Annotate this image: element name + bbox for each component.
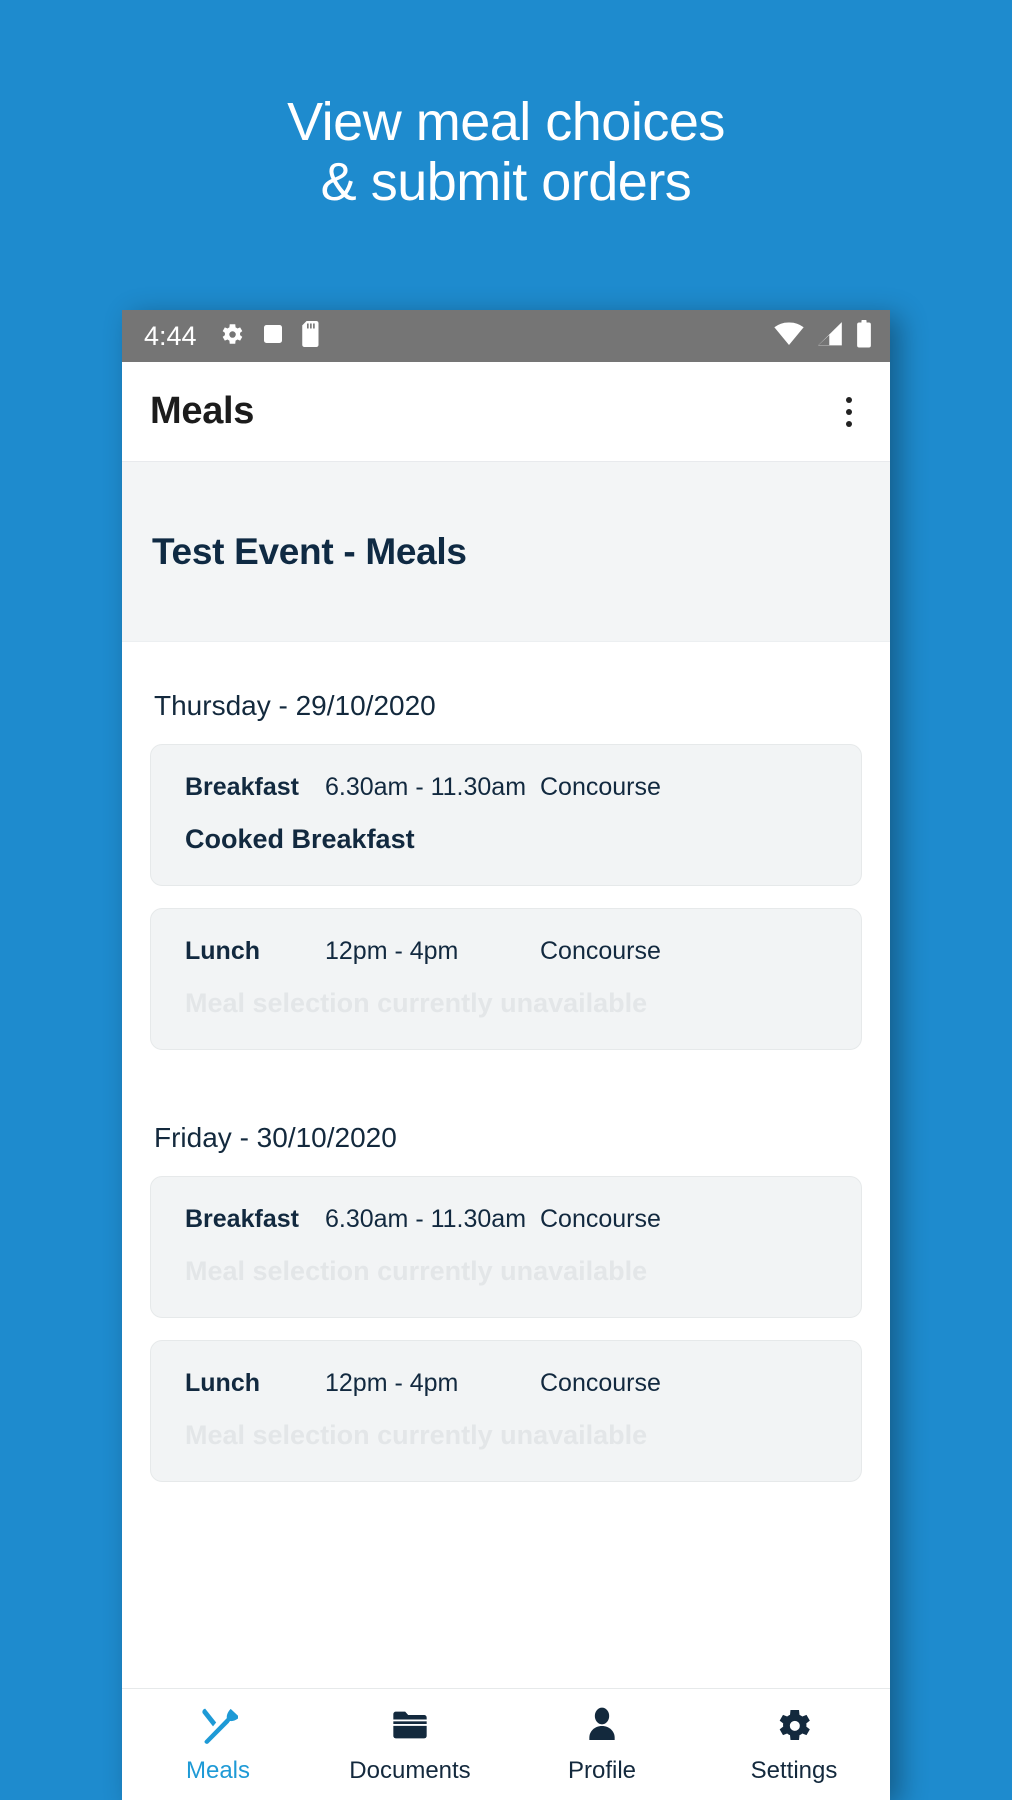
nav-item-settings[interactable]: Settings bbox=[698, 1703, 890, 1785]
event-header: Test Event - Meals bbox=[122, 462, 890, 642]
meal-type: Breakfast bbox=[185, 1205, 299, 1233]
promo-line-2: & submit orders bbox=[320, 152, 692, 212]
meal-info-row: Lunch 12pm - 4pm Concourse bbox=[185, 1369, 827, 1398]
cutlery-icon bbox=[198, 1703, 238, 1747]
nav-item-profile[interactable]: Profile bbox=[506, 1703, 698, 1785]
meal-unavailable-message: Meal selection currently unavailable bbox=[185, 1256, 648, 1286]
meal-venue: Concourse bbox=[540, 1205, 661, 1233]
sd-card-icon bbox=[301, 320, 323, 352]
promo-headline: View meal choices & submit orders bbox=[0, 0, 1012, 212]
meal-venue: Concourse bbox=[540, 1369, 661, 1397]
nav-label: Settings bbox=[750, 1757, 838, 1784]
phone-frame: 4:44 Meals Test Event - Meals Thursday -… bbox=[122, 310, 890, 1800]
meal-card[interactable]: Breakfast 6.30am - 11.30am Concourse Meal s… bbox=[150, 1176, 862, 1318]
meal-time: 6.30am - 11.30am bbox=[325, 773, 527, 801]
day-group: Friday - 30/10/2020 Breakfast 6.30am - 11.… bbox=[150, 1072, 862, 1482]
meal-info-row: Lunch 12pm - 4pm Concourse bbox=[185, 937, 827, 966]
gear-icon bbox=[774, 1703, 814, 1747]
cell-signal-icon bbox=[817, 321, 843, 352]
bottom-navigation: Meals Documents Profile Settings bbox=[122, 1688, 890, 1800]
status-bar-notification-icons bbox=[219, 320, 323, 352]
folder-icon bbox=[390, 1703, 430, 1747]
day-label: Thursday - 29/10/2020 bbox=[154, 690, 436, 721]
meal-venue: Concourse bbox=[540, 773, 661, 801]
person-icon bbox=[582, 1703, 622, 1747]
nav-item-meals[interactable]: Meals bbox=[122, 1703, 314, 1785]
square-icon bbox=[261, 322, 285, 351]
meal-venue: Concourse bbox=[540, 937, 661, 965]
battery-icon bbox=[856, 319, 872, 353]
meal-card[interactable]: Lunch 12pm - 4pm Concourse Meal selection c… bbox=[150, 1340, 862, 1482]
meal-type: Lunch bbox=[185, 937, 260, 965]
meal-card[interactable]: Breakfast 6.30am - 11.30am Concourse Cooked… bbox=[150, 744, 862, 886]
promo-line-1: View meal choices bbox=[287, 92, 725, 152]
gear-icon bbox=[219, 321, 245, 352]
day-label: Friday - 30/10/2020 bbox=[154, 1122, 397, 1153]
meal-unavailable-message: Meal selection currently unavailable bbox=[185, 1420, 648, 1450]
app-bar: Meals bbox=[122, 362, 890, 462]
meal-info-row: Breakfast 6.30am - 11.30am Concourse bbox=[185, 773, 827, 802]
meal-time: 12pm - 4pm bbox=[325, 937, 459, 965]
wifi-icon bbox=[774, 321, 804, 352]
meal-choice: Cooked Breakfast bbox=[185, 824, 415, 854]
nav-label: Documents bbox=[349, 1757, 471, 1784]
meal-unavailable-message: Meal selection currently unavailable bbox=[185, 988, 648, 1018]
day-group: Thursday - 29/10/2020 Breakfast 6.30am - 1… bbox=[150, 642, 862, 1050]
meal-info-row: Breakfast 6.30am - 11.30am Concourse bbox=[185, 1205, 827, 1234]
page-title: Meals bbox=[150, 390, 255, 432]
event-title: Test Event - Meals bbox=[152, 530, 467, 572]
meal-type: Lunch bbox=[185, 1369, 260, 1397]
meal-type: Breakfast bbox=[185, 773, 299, 801]
status-bar-clock: 4:44 bbox=[144, 320, 197, 351]
status-bar-system-icons bbox=[774, 319, 872, 353]
meal-card[interactable]: Lunch 12pm - 4pm Concourse Meal selection c… bbox=[150, 908, 862, 1050]
meal-time: 6.30am - 11.30am bbox=[325, 1205, 527, 1233]
meal-list[interactable]: Thursday - 29/10/2020 Breakfast 6.30am - 1… bbox=[122, 642, 890, 1688]
kebab-menu-icon[interactable] bbox=[834, 387, 864, 437]
meal-time: 12pm - 4pm bbox=[325, 1369, 459, 1397]
nav-item-documents[interactable]: Documents bbox=[314, 1703, 506, 1785]
nav-label: Meals bbox=[185, 1757, 251, 1784]
nav-label: Profile bbox=[567, 1757, 637, 1784]
status-bar: 4:44 bbox=[122, 310, 890, 362]
